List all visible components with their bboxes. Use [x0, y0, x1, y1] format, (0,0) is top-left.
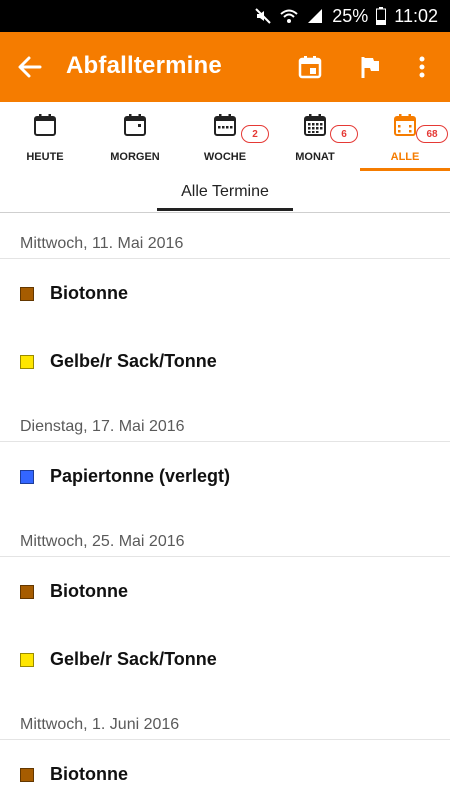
clock: 11:02 — [394, 5, 438, 26]
tab-label: MONAT — [295, 151, 335, 163]
gelb-color-square — [20, 355, 34, 369]
back-arrow-icon[interactable] — [16, 53, 44, 81]
tab-label: WOCHE — [203, 151, 247, 163]
active-tab-indicator — [360, 168, 450, 171]
tab-label: MORGEN — [110, 151, 160, 163]
gelb-color-square — [20, 653, 34, 667]
calendar-icon — [122, 112, 148, 138]
item-label: Gelbe/r Sack/Tonne — [50, 351, 217, 371]
tab-label: ALLE — [390, 151, 420, 163]
date-header: Mittwoch, 1. Juni 2016 — [0, 693, 450, 740]
wifi-icon — [280, 7, 298, 25]
papier-color-square — [20, 470, 34, 484]
status-bar: 25% 11:02 — [0, 0, 450, 32]
count-badge-woche: 2 — [241, 125, 269, 143]
page-title: Abfalltermine — [66, 52, 222, 79]
flag-icon[interactable] — [354, 51, 386, 83]
more-options-icon[interactable] — [406, 51, 438, 83]
battery-text: 25% — [332, 5, 369, 26]
tab-heute[interactable]: HEUTE — [0, 102, 90, 172]
list-item[interactable]: Biotonne — [0, 259, 450, 327]
calendar-today-icon[interactable] — [294, 51, 326, 83]
date-header: Dienstag, 17. Mai 2016 — [0, 395, 450, 442]
count-badge-monat: 6 — [330, 125, 358, 143]
bio-color-square — [20, 585, 34, 599]
item-label: Papiertonne (verlegt) — [50, 466, 231, 486]
calendar-all-icon — [392, 112, 418, 138]
list-item[interactable]: Papiertonne (verlegt) — [0, 442, 450, 510]
period-tabs: HEUTE MORGEN WOCHE MONAT ALLE — [0, 102, 450, 172]
tab-morgen[interactable]: MORGEN — [90, 102, 180, 172]
date-header: Mittwoch, 11. Mai 2016 — [0, 212, 450, 259]
subtab-alle-termine[interactable]: Alle Termine — [0, 183, 450, 201]
bio-color-square — [20, 287, 34, 301]
list-item[interactable]: Biotonne — [0, 740, 450, 808]
signal-icon — [306, 7, 324, 25]
count-badge-alle: 68 — [416, 125, 448, 143]
list-item[interactable]: Gelbe/r Sack/Tonne — [0, 625, 450, 693]
subtab-indicator — [157, 208, 293, 211]
subtab-bar: Alle Termine — [0, 172, 450, 213]
item-label: Gelbe/r Sack/Tonne — [50, 649, 217, 669]
item-label: Biotonne — [50, 283, 128, 303]
item-label: Biotonne — [50, 764, 128, 784]
tab-label: HEUTE — [26, 151, 64, 163]
appointment-list: Mittwoch, 11. Mai 2016 Biotonne Gelbe/r … — [0, 212, 450, 808]
mute-icon — [254, 7, 272, 25]
app-bar: Abfalltermine — [0, 32, 450, 102]
list-item[interactable]: Biotonne — [0, 557, 450, 625]
item-label: Biotonne — [50, 581, 128, 601]
calendar-week-icon — [212, 112, 238, 138]
date-header: Mittwoch, 25. Mai 2016 — [0, 510, 450, 557]
bio-color-square — [20, 768, 34, 782]
list-item[interactable]: Gelbe/r Sack/Tonne — [0, 327, 450, 395]
calendar-month-icon — [302, 112, 328, 138]
calendar-icon — [32, 112, 58, 138]
battery-icon — [376, 7, 387, 25]
